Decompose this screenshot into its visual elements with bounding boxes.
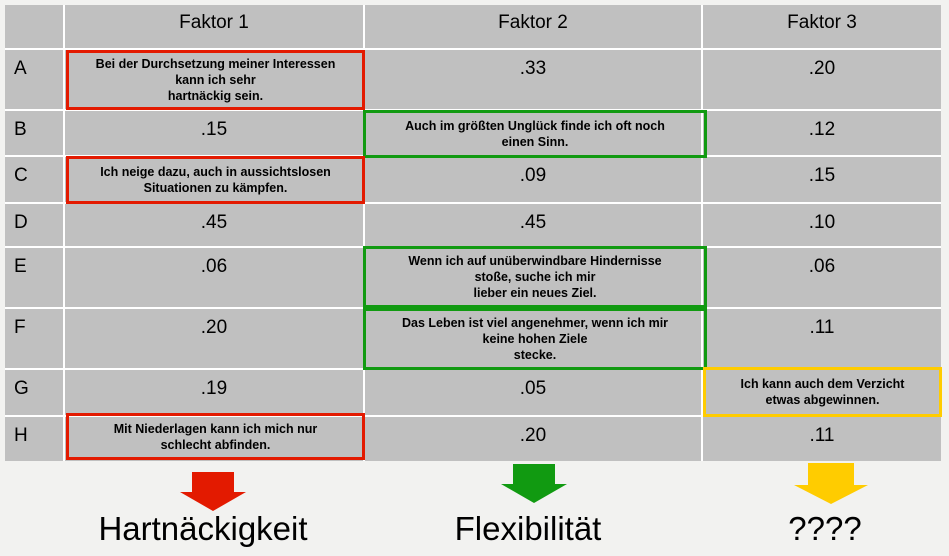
row-label-d: D [5, 204, 63, 246]
cell-e-1: .06 [65, 248, 363, 307]
row-label-f: F [5, 309, 63, 368]
arrow-down-green-icon [501, 464, 567, 503]
cell-h-2: .20 [365, 417, 701, 461]
statement-box-g: Ich kann auch dem Verzicht etwas abgewin… [703, 367, 942, 417]
row-label-c: C [5, 157, 63, 202]
row-label-b: B [5, 111, 63, 155]
cell-d-1: .45 [65, 204, 363, 246]
row-label-h: H [5, 417, 63, 461]
header-faktor-2: Faktor 2 [365, 5, 701, 48]
statement-box-e: Wenn ich auf unüberwindbare Hindernisse … [363, 246, 707, 308]
arrow-down-red-icon [180, 472, 246, 511]
cell-f-3: .11 [703, 309, 941, 368]
cell-d-3: .10 [703, 204, 941, 246]
cell-a-3: .20 [703, 50, 941, 109]
statement-box-c: Ich neige dazu, auch in aussichtslosen S… [66, 156, 365, 204]
statement-box-f: Das Leben ist viel angenehmer, wenn ich … [363, 308, 707, 370]
header-label: Faktor 1 [179, 12, 249, 33]
factor-label-3: ???? [788, 510, 862, 547]
cell-h-3: .11 [703, 417, 941, 461]
cell-b-1: .15 [65, 111, 363, 155]
cell-f-1: .20 [65, 309, 363, 368]
cell-c-3: .15 [703, 157, 941, 202]
header-label: Faktor 3 [787, 12, 857, 33]
row-label-g: G [5, 370, 63, 415]
factor-label-1: Hartnäckigkeit [98, 510, 308, 547]
cell-b-3: .12 [703, 111, 941, 155]
cell-a-2: .33 [365, 50, 701, 109]
arrow-down-yellow-icon [794, 463, 868, 504]
header-faktor-3: Faktor 3 [703, 5, 941, 48]
header-faktor-1: Faktor 1 [65, 5, 363, 48]
cell-e-3: .06 [703, 248, 941, 307]
row-label-a: A [5, 50, 63, 109]
factor-label-2: Flexibilität [454, 510, 602, 547]
header-corner [5, 5, 63, 48]
cell-c-2: .09 [365, 157, 701, 202]
cell-g-1: .19 [65, 370, 363, 415]
cell-g-2: .05 [365, 370, 701, 415]
statement-box-h: Mit Niederlagen kann ich mich nur schlec… [66, 413, 365, 460]
cell-d-2: .45 [365, 204, 701, 246]
header-label: Faktor 2 [498, 12, 568, 33]
statement-box-a: Bei der Durchsetzung meiner Interessen k… [66, 50, 365, 110]
row-label-e: E [5, 248, 63, 307]
statement-box-b: Auch im größten Unglück finde ich oft no… [363, 110, 707, 158]
